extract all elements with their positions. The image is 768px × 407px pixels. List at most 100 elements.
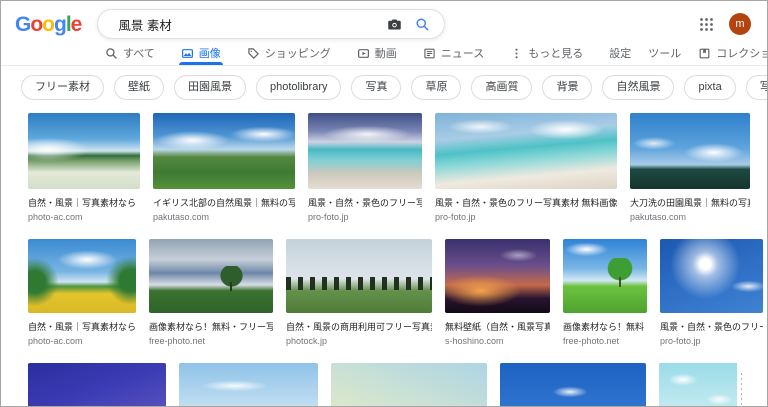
result-image[interactable] [179, 363, 318, 406]
result-title[interactable]: イギリス北部の自然風景｜無料の写真素材... [153, 196, 295, 209]
tab-label: ニュース [440, 48, 485, 60]
tab-label: 画像 [198, 48, 221, 60]
result-image[interactable] [660, 239, 763, 313]
filter-chip[interactable]: 壁紙 [114, 75, 164, 100]
tab-label: ショッピング [264, 48, 331, 60]
camera-search-icon[interactable] [387, 17, 402, 32]
logo-letter: o [42, 12, 55, 36]
avatar[interactable]: m [729, 13, 751, 35]
image-result-card[interactable]: 画像素材なら！無料・フ... free-photo.net [563, 239, 647, 346]
tab-shopping[interactable]: ショッピング [247, 41, 331, 65]
result-title[interactable]: 自然・風景の商用利用可フリー写真素材一覧｜フォ... [286, 320, 432, 333]
filter-chip[interactable]: 写真素材 [745, 75, 767, 100]
result-image[interactable] [630, 113, 750, 189]
google-logo[interactable]: Google [15, 12, 83, 36]
result-domain[interactable]: pro-foto.jp [660, 336, 763, 346]
result-domain[interactable]: pakutaso.com [630, 212, 750, 222]
image-result-card[interactable]: 自然・風景の商用利用可フリー写真素材一覧｜フォ... photock.jp [286, 239, 432, 346]
result-domain[interactable]: pakutaso.com [153, 212, 295, 222]
image-result-card[interactable] [179, 363, 318, 406]
filter-chip[interactable]: 草原 [411, 75, 462, 100]
search-icon [105, 47, 118, 60]
image-result-card[interactable]: 自然・風景｜写真素材なら「写真AC」無料... photo-ac.com [28, 113, 140, 222]
results-row: 自然・風景｜写真素材なら「写真AC... photo-ac.com 画像素材なら！無… [28, 239, 767, 346]
tab-more[interactable]: もっと見る [510, 41, 583, 65]
tab-all[interactable]: すべて [105, 41, 155, 65]
image-result-card[interactable]: 風景・自然・景色のフリー写真素材 無料画像｜フリー素材... pro-foto.j… [435, 113, 617, 222]
result-image[interactable] [153, 113, 295, 189]
result-title[interactable]: 画像素材なら！無料・フ... [563, 320, 647, 333]
result-image[interactable] [286, 239, 432, 313]
tab-label: すべて [123, 48, 155, 60]
result-title[interactable]: 自然・風景｜写真素材なら「写真AC... [28, 320, 136, 333]
search-submit-icon[interactable] [415, 17, 430, 32]
result-image[interactable] [445, 239, 550, 313]
result-title[interactable]: 風景・自然・景色のフリー写真素材 ... [308, 196, 422, 209]
result-title[interactable]: 画像素材なら！無料・フリー写真素材... [149, 320, 273, 333]
search-bar[interactable] [97, 9, 446, 39]
tab-images[interactable]: 画像 [178, 41, 223, 65]
image-result-card[interactable]: 無料壁紙（自然・風景写真等）... s-hoshino.com [445, 239, 550, 346]
result-domain[interactable]: photo-ac.com [28, 336, 136, 346]
result-domain[interactable]: free-photo.net [563, 336, 647, 346]
result-domain[interactable]: pro-foto.jp [435, 212, 617, 222]
result-image[interactable] [28, 113, 140, 189]
result-image[interactable] [149, 239, 273, 313]
tab-settings[interactable]: 設定 [609, 41, 631, 65]
result-image[interactable] [659, 363, 745, 406]
result-title[interactable]: 大刀洗の田園風景｜無料の写真素材はフリ... [630, 196, 750, 209]
result-image[interactable] [308, 113, 422, 189]
top-right-controls: m [699, 13, 751, 35]
more-vert-icon [510, 47, 523, 60]
filter-chip[interactable]: 田園風景 [174, 75, 246, 100]
filter-chip[interactable]: pixta [684, 75, 736, 100]
result-domain[interactable]: s-hoshino.com [445, 336, 550, 346]
result-image[interactable] [435, 113, 617, 189]
filter-chip[interactable]: 高画質 [471, 75, 533, 100]
result-title[interactable]: 風景・自然・景色のフリー写真素材 無料画像｜フリー素材... [435, 196, 617, 209]
filter-chip[interactable]: 自然風景 [602, 75, 675, 100]
image-result-card[interactable]: 風景・自然・景色のフリー写真... pro-foto.jp [660, 239, 763, 346]
results-row: 自然・風景｜写真素材なら「写真AC」無料... photo-ac.com イギリス北… [28, 113, 767, 222]
image-result-card[interactable] [500, 363, 646, 406]
filter-chip[interactable]: photolibrary [256, 75, 342, 100]
image-result-card[interactable] [659, 363, 745, 406]
tab-label: 設定 [609, 48, 632, 60]
filter-chip[interactable]: 写真 [351, 75, 402, 100]
tab-tools[interactable]: ツール [648, 41, 681, 65]
image-result-card[interactable]: イギリス北部の自然風景｜無料の写真素材... pakutaso.com [153, 113, 295, 222]
apps-grid-icon[interactable] [699, 17, 714, 32]
filter-chips-row: フリー素材 壁紙 田園風景 photolibrary 写真 草原 高画質 背景 自然風景 pixt… [1, 66, 767, 108]
tab-news[interactable]: ニュース [423, 41, 484, 65]
filter-chip[interactable]: フリー素材 [21, 75, 104, 100]
image-icon [181, 47, 194, 60]
logo-letter: e [70, 12, 83, 36]
news-icon [423, 47, 436, 60]
result-domain[interactable]: photock.jp [286, 336, 432, 346]
tab-label: 動画 [374, 48, 397, 60]
image-result-card[interactable]: 風景・自然・景色のフリー写真素材 ... pro-foto.jp [308, 113, 422, 222]
result-domain[interactable]: free-photo.net [149, 336, 273, 346]
image-result-card[interactable]: 大刀洗の田園風景｜無料の写真素材はフリ... pakutaso.com [630, 113, 750, 222]
result-title[interactable]: 無料壁紙（自然・風景写真等）... [445, 320, 550, 333]
result-image[interactable] [28, 363, 166, 406]
result-domain[interactable]: pro-foto.jp [308, 212, 422, 222]
tab-label: ツール [648, 48, 682, 60]
image-result-card[interactable]: 画像素材なら！無料・フリー写真素材... free-photo.net [149, 239, 273, 346]
result-domain[interactable]: photo-ac.com [28, 212, 140, 222]
search-input[interactable] [118, 17, 375, 31]
tabs-bar: すべて 画像 ショッピング 動画 ニュース もっと見る 設定 ツール コレクションセーフサーチ… [1, 41, 767, 66]
result-image[interactable] [331, 363, 487, 406]
filter-chip[interactable]: 背景 [542, 75, 593, 100]
result-image[interactable] [563, 239, 647, 313]
image-result-card[interactable] [331, 363, 487, 406]
result-title[interactable]: 風景・自然・景色のフリー写真... [660, 320, 763, 333]
result-image[interactable] [28, 239, 136, 313]
image-result-card[interactable] [28, 363, 166, 406]
image-result-card[interactable]: 自然・風景｜写真素材なら「写真AC... photo-ac.com [28, 239, 136, 346]
result-image[interactable] [500, 363, 646, 406]
result-title[interactable]: 自然・風景｜写真素材なら「写真AC」無料... [28, 196, 140, 209]
tab-videos[interactable]: 動画 [357, 41, 397, 65]
google-images-page: Google m すべて 画像 ショッピング 動画 ニュース もっと見る 設定 ツール コレク… [0, 0, 768, 407]
collections-button[interactable]: コレクション [698, 45, 767, 61]
